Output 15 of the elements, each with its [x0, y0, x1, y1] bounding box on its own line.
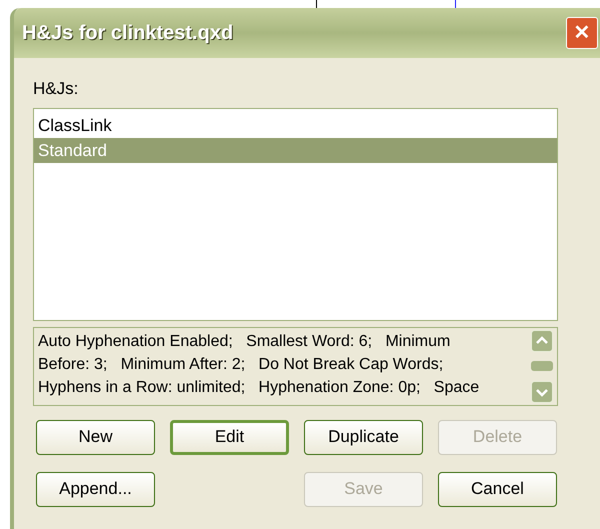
description-line: Hyphens in a Row: unlimited; Hyphenation Zone: 0p; Space	[38, 378, 480, 398]
dialog-button[interactable]: Cancel	[438, 472, 557, 506]
dialog-button[interactable]: Duplicate	[304, 420, 423, 454]
dialog-button[interactable]: Edit	[170, 420, 289, 454]
list-item[interactable]: ClassLink	[34, 112, 557, 138]
description-line: Auto Hyphenation Enabled; Smallest Word: 6; Minimum	[38, 332, 452, 352]
close-button[interactable]: ✕	[566, 17, 598, 49]
list-label: H&Js:	[33, 78, 80, 100]
scroll-thumb[interactable]	[531, 361, 553, 371]
description-line: Before: 3; Minimum After: 2; Do Not Break Cap Words;	[38, 354, 444, 374]
dialog-button[interactable]: New	[36, 420, 155, 454]
scroll-down-icon[interactable]	[531, 380, 553, 402]
window-title: H&Js for clinktest.qxd	[22, 21, 234, 46]
dialog-button[interactable]: Append...	[36, 472, 155, 506]
scroll-up-icon[interactable]	[531, 330, 553, 352]
